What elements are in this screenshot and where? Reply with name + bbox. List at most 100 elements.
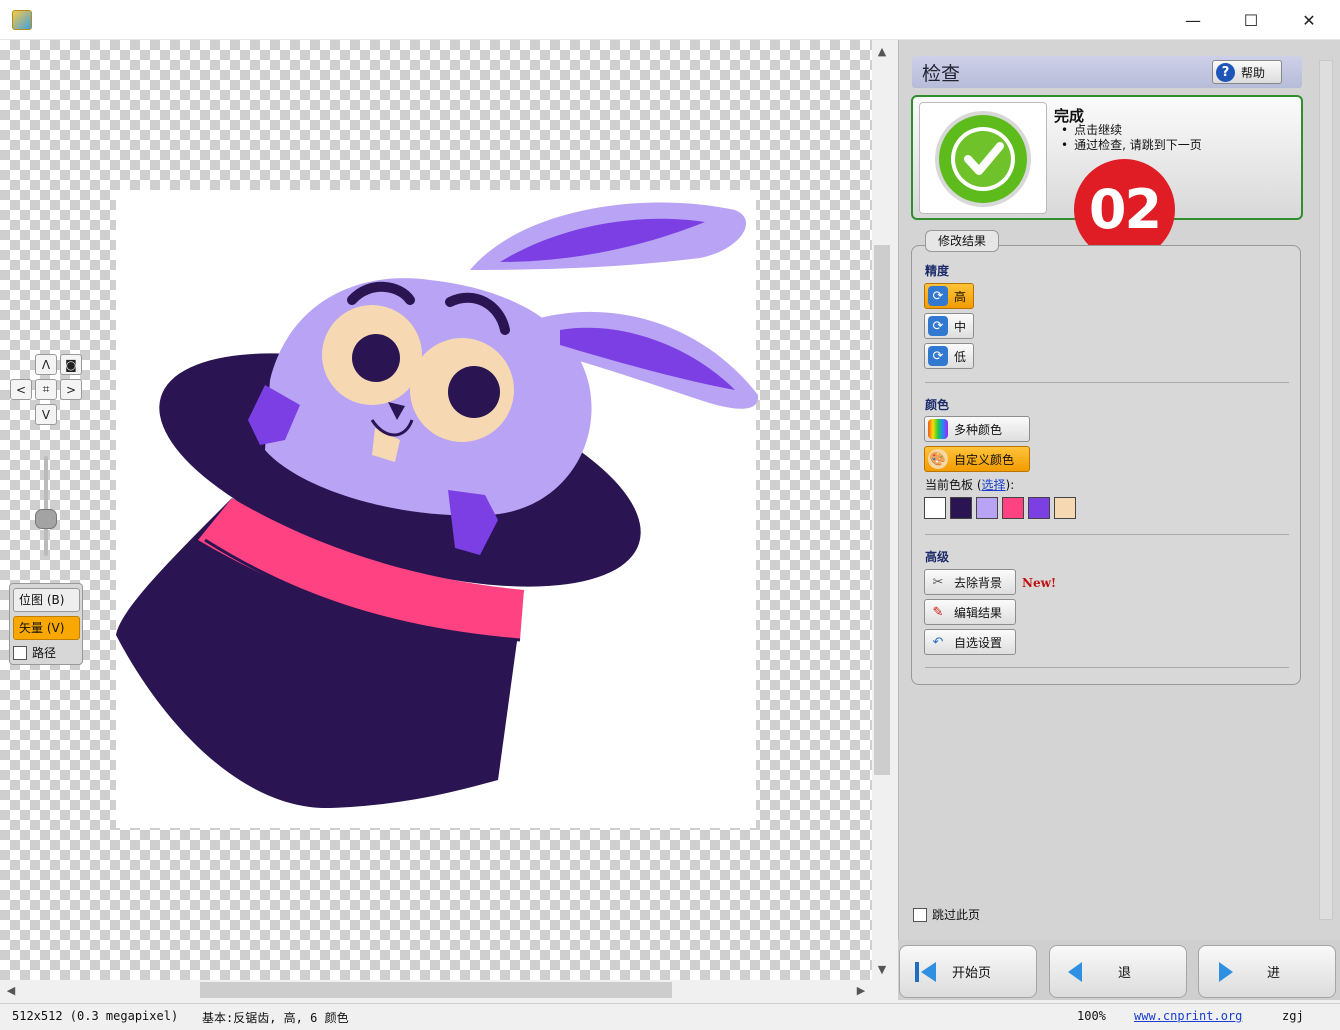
arrow-right-icon (1211, 958, 1239, 986)
scroll-left-arrow[interactable]: ◀ (2, 981, 20, 999)
precision-high-button[interactable]: ⟳ 高 (924, 283, 974, 309)
scroll-right-arrow[interactable]: ▶ (852, 981, 870, 999)
scissors-icon: ✂ (932, 574, 944, 590)
refresh-icon: ⟳ (928, 286, 948, 306)
user-text: zgj (1282, 1009, 1304, 1023)
paths-label: 路径 (32, 646, 57, 660)
vectorized-image (116, 190, 759, 828)
options-label: 自选设置 (954, 635, 1003, 650)
palette-suffix: ): (1005, 478, 1015, 492)
start-page-label: 开始页 (952, 966, 992, 981)
pan-down-button[interactable]: V (35, 404, 57, 425)
panel-title: 检查 (922, 63, 961, 85)
palette-swatch[interactable] (976, 497, 998, 519)
close-button[interactable]: ✕ (1280, 0, 1338, 40)
color-label: 颜色 (925, 398, 950, 412)
bitmap-mode-button[interactable]: 位图 (B) (13, 588, 80, 612)
status-item: 通过检查, 请跳到下一页 (1061, 138, 1202, 153)
image-canvas[interactable] (0, 40, 872, 980)
forward-button[interactable]: 进 (1198, 945, 1336, 998)
custom-color-button[interactable]: 🎨 自定义颜色 (924, 446, 1030, 472)
gradient-icon (928, 419, 948, 439)
success-check-tile (919, 102, 1047, 214)
canvas-vertical-scrollbar[interactable]: ▲ ▼ (872, 40, 892, 980)
help-button[interactable]: ? 帮助 (1212, 60, 1282, 84)
view-mode-panel: 位图 (B) 矢量 (V) 路径 (9, 583, 83, 665)
precision-mid-label: 中 (954, 319, 967, 334)
current-palette-label: 当前色板 (选择): (925, 476, 1014, 493)
scroll-thumb[interactable] (874, 245, 890, 775)
title-bar: — ☐ ✕ (0, 0, 1340, 40)
divider (925, 534, 1289, 535)
check-circle-icon (935, 111, 1031, 207)
zoom-slider-thumb[interactable] (35, 509, 57, 529)
back-label: 退 (1118, 966, 1132, 981)
panel-scroll-thumb[interactable] (1319, 60, 1333, 920)
palette-swatch[interactable] (1028, 497, 1050, 519)
back-button[interactable]: 退 (1049, 945, 1187, 998)
image-size-text: 512x512 (0.3 megapixel) (12, 1009, 179, 1023)
edit-result-button[interactable]: ✎ 编辑结果 (924, 599, 1016, 625)
precision-mid-button[interactable]: ⟳ 中 (924, 313, 974, 339)
zoom-level-text: 100% (1077, 1009, 1106, 1023)
palette-swatch[interactable] (1054, 497, 1076, 519)
scroll-thumb[interactable] (200, 982, 672, 998)
modify-result-tab: 修改结果 (925, 230, 999, 252)
forward-label: 进 (1267, 966, 1281, 981)
pan-up-button[interactable]: Λ (35, 354, 57, 375)
scroll-up-arrow[interactable]: ▲ (873, 42, 891, 60)
multi-color-label: 多种颜色 (954, 422, 1003, 437)
divider (925, 382, 1289, 383)
center-button[interactable]: ⌗ (35, 379, 57, 400)
skip-page-checkbox[interactable] (913, 907, 927, 922)
website-link[interactable]: www.cnprint.org (1134, 1009, 1242, 1023)
multi-color-button[interactable]: 多种颜色 (924, 416, 1030, 442)
pan-right-button[interactable]: > (60, 379, 82, 400)
paths-checkbox[interactable] (13, 645, 27, 660)
pan-left-button[interactable]: < (10, 379, 32, 400)
paths-toggle[interactable]: 路径 (13, 644, 56, 661)
vector-mode-button[interactable]: 矢量 (V) (13, 616, 80, 640)
status-bar: 512x512 (0.3 megapixel) 基本:反锯齿, 高, 6 颜色 … (0, 1003, 1340, 1030)
remove-background-label: 去除背景 (954, 575, 1003, 590)
canvas-horizontal-scrollbar[interactable]: ◀ ▶ (0, 980, 872, 1000)
palette-icon: 🎨 (928, 449, 948, 469)
custom-color-label: 自定义颜色 (954, 452, 1015, 467)
palette-swatch[interactable] (924, 497, 946, 519)
new-tag: New! (1022, 576, 1057, 590)
panel-scrollbar[interactable] (1316, 40, 1336, 940)
zoom-fit-button[interactable]: ◙ (60, 354, 82, 375)
palette-swatch[interactable] (1002, 497, 1024, 519)
undo-icon: ↶ (932, 634, 944, 650)
choose-palette-link[interactable]: 选择 (982, 478, 1006, 492)
zoom-slider-track[interactable] (44, 456, 48, 556)
rabbit-hat-illustration (116, 202, 759, 809)
app-icon (12, 10, 32, 30)
palette-prefix: 当前色板 ( (925, 478, 982, 492)
status-list: 点击继续 通过检查, 请跳到下一页 (1061, 123, 1202, 153)
minimize-button[interactable]: — (1164, 0, 1222, 40)
panel-header: 检查 ? 帮助 (912, 56, 1302, 88)
skip-page-label: 跳过此页 (932, 908, 981, 922)
precision-label: 精度 (925, 264, 950, 278)
options-button[interactable]: ↶ 自选设置 (924, 629, 1016, 655)
edit-result-label: 编辑结果 (954, 605, 1003, 620)
skip-start-icon (912, 958, 940, 986)
refresh-icon: ⟳ (928, 316, 948, 336)
remove-background-button[interactable]: ✂ 去除背景 (924, 569, 1016, 595)
skip-page-toggle[interactable]: 跳过此页 (913, 906, 980, 923)
divider (925, 667, 1289, 668)
precision-high-label: 高 (954, 289, 967, 304)
trace-info-text: 基本:反锯齿, 高, 6 颜色 (202, 1011, 349, 1025)
precision-low-button[interactable]: ⟳ 低 (924, 343, 974, 369)
palette-swatch[interactable] (950, 497, 972, 519)
start-page-button[interactable]: 开始页 (899, 945, 1037, 998)
refresh-icon: ⟳ (928, 346, 948, 366)
pencil-icon: ✎ (932, 604, 944, 620)
maximize-button[interactable]: ☐ (1222, 0, 1280, 40)
advanced-label: 高级 (925, 550, 950, 564)
precision-low-label: 低 (954, 349, 967, 364)
scroll-down-arrow[interactable]: ▼ (873, 960, 891, 978)
help-label: 帮助 (1241, 65, 1266, 80)
arrow-left-icon (1062, 958, 1090, 986)
